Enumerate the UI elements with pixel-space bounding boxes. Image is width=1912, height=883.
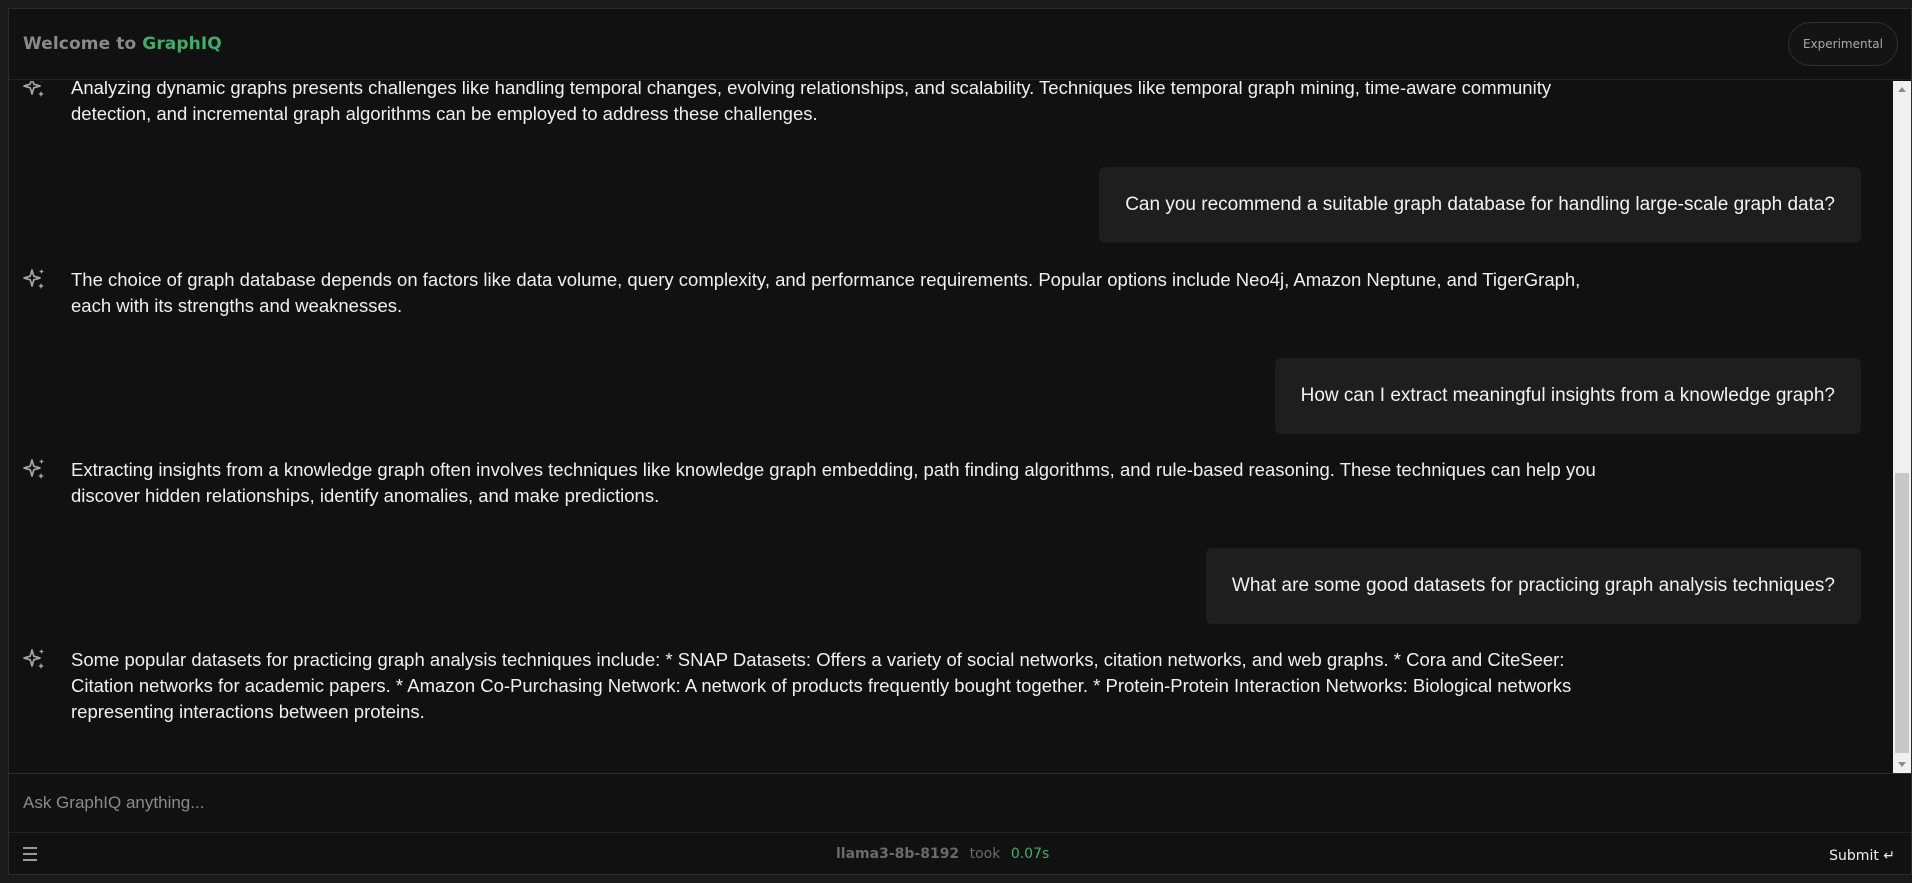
welcome-prefix: Welcome to — [23, 34, 137, 54]
assistant-message: Some popular datasets for practicing gra… — [21, 647, 1611, 725]
chat-input[interactable] — [9, 774, 1911, 832]
scroll-down-arrow-icon[interactable] — [1893, 757, 1911, 773]
chat-scrollbar[interactable] — [1893, 81, 1911, 773]
assistant-message-text: Some popular datasets for practicing gra… — [71, 649, 1572, 722]
brand-name: GraphIQ — [142, 34, 222, 54]
assistant-message-text: The choice of graph database depends on … — [71, 269, 1581, 316]
scroll-up-arrow-icon[interactable] — [1893, 81, 1911, 97]
user-message: Can you recommend a suitable graph datab… — [1099, 167, 1861, 243]
sparkle-icon — [21, 81, 47, 101]
user-message: How can I extract meaningful insights fr… — [1274, 358, 1861, 434]
sparkle-icon — [21, 457, 47, 483]
scrollbar-thumb[interactable] — [1895, 473, 1909, 753]
page-title: Welcome to GraphIQ — [23, 34, 222, 54]
sparkle-icon — [21, 267, 47, 293]
model-name: llama3-8b-8192 — [836, 846, 960, 862]
hamburger-menu-icon[interactable] — [23, 847, 39, 861]
header: Welcome to GraphIQ Experimental — [9, 9, 1911, 80]
took-label: took — [969, 846, 1001, 862]
submit-button[interactable]: Submit ↵ — [1829, 848, 1895, 864]
footer: llama3-8b-8192 took 0.07s Submit ↵ — [9, 834, 1911, 876]
chat-input-area — [9, 773, 1911, 833]
app-window: Welcome to GraphIQ Experimental Analyzin… — [8, 8, 1912, 875]
assistant-message: Analyzing dynamic graphs presents challe… — [21, 81, 1611, 127]
experimental-button[interactable]: Experimental — [1787, 22, 1898, 66]
response-time: 0.07s — [1010, 846, 1050, 862]
assistant-message: Extracting insights from a knowledge gra… — [21, 457, 1611, 509]
assistant-message-text: Extracting insights from a knowledge gra… — [71, 459, 1596, 506]
assistant-message: The choice of graph database depends on … — [21, 267, 1611, 319]
chat-history: Analyzing dynamic graphs presents challe… — [9, 81, 1885, 773]
user-message: What are some good datasets for practici… — [1205, 548, 1861, 624]
assistant-message-text: Analyzing dynamic graphs presents challe… — [71, 81, 1552, 124]
sparkle-icon — [21, 647, 47, 673]
model-info: llama3-8b-8192 took 0.07s — [836, 846, 1049, 862]
